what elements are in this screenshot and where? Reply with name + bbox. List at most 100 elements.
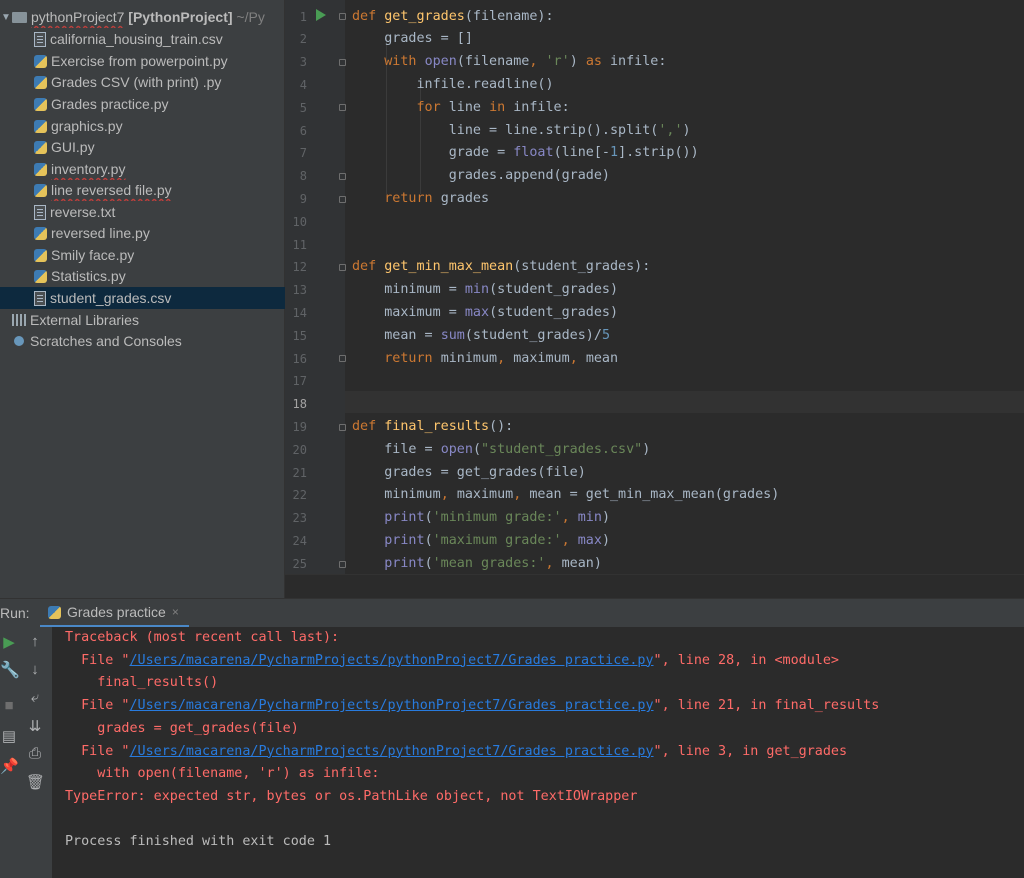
line-number[interactable]: 3 xyxy=(285,51,307,74)
line-number[interactable]: 16 xyxy=(285,348,307,371)
line-number[interactable]: 12 xyxy=(285,256,307,279)
fold-marker-icon[interactable] xyxy=(339,104,346,111)
scroll-up-icon[interactable]: ↑ xyxy=(26,633,44,650)
close-tab-icon[interactable]: × xyxy=(172,605,179,619)
layout-icon[interactable]: ▤ xyxy=(0,727,18,745)
fold-marker-icon[interactable] xyxy=(339,355,346,362)
tree-item-label: Scratches and Consoles xyxy=(30,333,182,349)
python-file-icon xyxy=(34,75,47,89)
tree-item-label: Smily face.py xyxy=(51,247,135,263)
tree-item-california-housing[interactable]: california_housing_train.csv xyxy=(0,28,318,50)
line-number[interactable]: 15 xyxy=(285,325,307,348)
trash-icon[interactable]: 🗑 xyxy=(26,773,45,791)
python-file-icon xyxy=(34,162,47,176)
folder-icon xyxy=(12,11,27,23)
file-link[interactable]: /Users/macarena/PycharmProjects/pythonPr… xyxy=(130,698,654,713)
code-line: def final_results(): xyxy=(352,419,514,434)
line-number[interactable]: 23 xyxy=(285,507,307,530)
tree-item-statistics[interactable]: Statistics.py xyxy=(0,265,318,287)
fold-marker-icon[interactable] xyxy=(339,424,346,431)
print-icon[interactable]: ⎙ xyxy=(26,745,44,762)
line-number[interactable]: 24 xyxy=(285,530,307,553)
python-file-icon xyxy=(34,119,47,133)
line-number[interactable]: 14 xyxy=(285,302,307,325)
expand-arrow-icon[interactable]: ▼ xyxy=(0,12,12,23)
console-error: TypeError: expected str, bytes or os.Pat… xyxy=(65,788,638,804)
line-number[interactable]: 25 xyxy=(285,553,307,574)
project-tree-panel: ▼ pythonProject7 [PythonProject] ~/Py ca… xyxy=(0,0,318,598)
line-number[interactable]: 13 xyxy=(285,279,307,302)
code-line: maximum = max(student_grades) xyxy=(352,305,619,320)
fold-marker-icon[interactable] xyxy=(339,264,346,271)
fold-marker-icon[interactable] xyxy=(339,196,346,203)
line-number[interactable]: 22 xyxy=(285,484,307,507)
scratches-icon xyxy=(12,334,26,348)
tree-item-label: External Libraries xyxy=(30,312,139,328)
line-number[interactable]: 4 xyxy=(285,74,307,97)
tree-item-gui[interactable]: GUI.py xyxy=(0,136,318,158)
file-prefix: File " xyxy=(65,698,130,714)
run-toolwindow-header: Run: Grades practice × xyxy=(0,598,1024,628)
pin-icon[interactable]: 📌 xyxy=(0,757,19,775)
tree-item-reverse-txt[interactable]: reverse.txt xyxy=(0,201,318,223)
run-gutter-icon[interactable] xyxy=(316,9,326,21)
code-line: grade = float(line[-1].strip()) xyxy=(352,145,699,161)
wrench-icon[interactable]: 🔧 xyxy=(0,660,20,680)
tree-item-graphics[interactable]: graphics.py xyxy=(0,115,318,137)
stop-icon[interactable]: ■ xyxy=(0,697,18,714)
tree-item-grades-practice[interactable]: Grades practice.py xyxy=(0,93,318,115)
line-number[interactable]: 19 xyxy=(285,416,307,439)
line-number[interactable]: 10 xyxy=(285,211,307,234)
line-number[interactable]: 20 xyxy=(285,439,307,462)
tree-item-external-libraries[interactable]: External Libraries xyxy=(0,309,296,331)
fold-marker-icon[interactable] xyxy=(339,59,346,66)
line-number[interactable]: 11 xyxy=(285,234,307,257)
fold-marker-icon[interactable] xyxy=(339,13,346,20)
line-number[interactable]: 1 xyxy=(285,6,307,29)
tree-item-reversed-line[interactable]: reversed line.py xyxy=(0,222,318,244)
file-prefix: File " xyxy=(65,743,130,759)
console-code-line: grades = get_grades(file) xyxy=(65,720,299,736)
line-number[interactable]: 9 xyxy=(285,188,307,211)
code-line: return grades xyxy=(384,191,490,206)
soft-wrap-icon[interactable]: ⤶ xyxy=(26,689,44,706)
fold-marker-icon[interactable] xyxy=(339,561,346,568)
line-number[interactable]: 2 xyxy=(285,28,307,51)
console-frame-line: File "/Users/macarena/PycharmProjects/py… xyxy=(65,741,847,764)
tree-item-label: california_housing_train.csv xyxy=(50,31,223,47)
run-console[interactable]: Traceback (most recent call last): File … xyxy=(52,627,1024,878)
file-link[interactable]: /Users/macarena/PycharmProjects/pythonPr… xyxy=(130,653,654,668)
tree-item-line-reversed-file[interactable]: line reversed file.py xyxy=(0,179,318,201)
line-number[interactable]: 21 xyxy=(285,462,307,485)
run-tab-grades-practice[interactable]: Grades practice × xyxy=(40,599,189,628)
line-number[interactable]: 17 xyxy=(285,370,307,393)
code-line: mean = sum(student_grades)/5 xyxy=(352,327,610,343)
fold-marker-icon[interactable] xyxy=(339,173,346,180)
run-tab-label: Grades practice xyxy=(67,604,166,620)
library-icon xyxy=(12,314,26,326)
tree-item-scratches[interactable]: Scratches and Consoles xyxy=(0,330,296,352)
tree-item-student-grades-csv[interactable]: student_grades.csv xyxy=(0,287,318,309)
tree-item-exercise[interactable]: Exercise from powerpoint.py xyxy=(0,50,318,72)
line-number[interactable]: 18 xyxy=(285,393,307,416)
line-number[interactable]: 5 xyxy=(285,97,307,120)
code-editor[interactable]: 1 2 3 4 5 6 7 8 9 10 11 12 13 14 15 16 17 18 19 20 21 22 23 24 2… xyxy=(285,0,1024,574)
code-line: grades.append(grade) xyxy=(352,168,610,184)
current-line-highlight xyxy=(345,390,1024,414)
frame-suffix: ", line 21, in final_results xyxy=(653,698,880,714)
line-number[interactable]: 8 xyxy=(285,165,307,188)
run-title: Run: xyxy=(0,605,30,621)
tree-item-grades-csv-print[interactable]: Grades CSV (with print) .py xyxy=(0,71,318,93)
tree-item-smily-face[interactable]: Smily face.py xyxy=(0,244,318,266)
scroll-to-end-icon[interactable]: ⇊ xyxy=(26,717,44,735)
rerun-icon[interactable]: ▶ xyxy=(0,633,18,651)
line-number[interactable]: 7 xyxy=(285,142,307,165)
line-number[interactable]: 6 xyxy=(285,120,307,143)
tree-item-inventory[interactable]: inventory.py xyxy=(0,158,318,180)
console-traceback: Traceback (most recent call last): xyxy=(65,630,340,645)
scroll-down-icon[interactable]: ↓ xyxy=(26,661,44,678)
file-link[interactable]: /Users/macarena/PycharmProjects/pythonPr… xyxy=(130,744,654,759)
project-root-name: pythonProject7 xyxy=(31,9,125,25)
project-root-row[interactable]: ▼ pythonProject7 [PythonProject] ~/Py xyxy=(0,6,284,28)
frame-suffix: ", line 3, in get_grades xyxy=(653,743,848,759)
